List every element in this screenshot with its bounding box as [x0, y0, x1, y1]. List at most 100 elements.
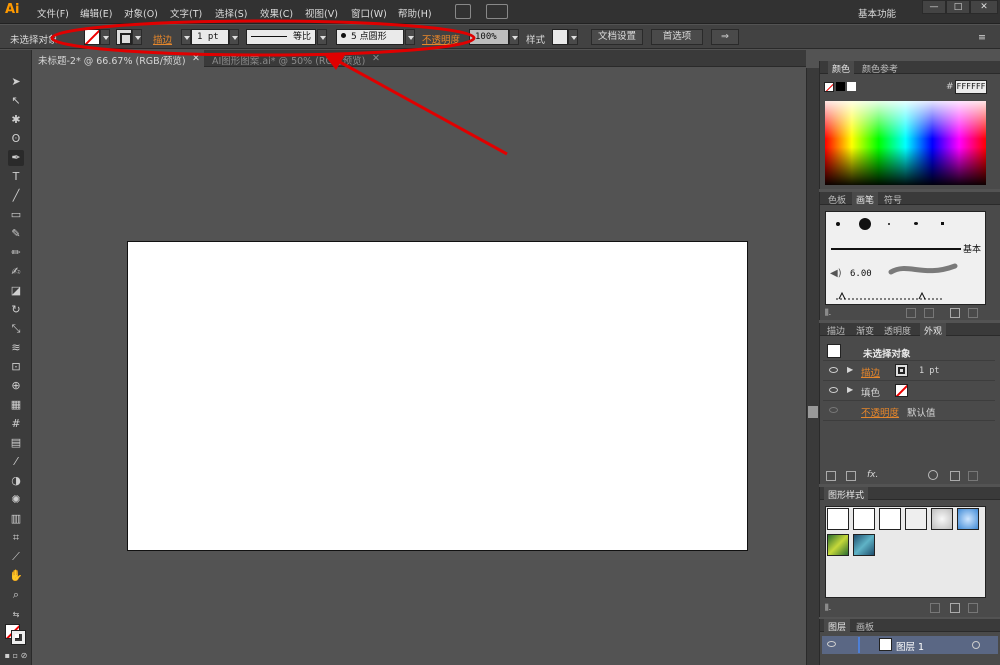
- workspace-switcher[interactable]: 基本功能: [858, 6, 896, 20]
- new-graphic-style-icon[interactable]: [950, 603, 960, 613]
- menu-help[interactable]: 帮助(H): [398, 6, 432, 20]
- style-green-texture[interactable]: [827, 534, 849, 556]
- document-setup-button[interactable]: 文档设置: [591, 29, 643, 45]
- stroke-row-label[interactable]: 描边: [861, 365, 880, 379]
- black-swatch[interactable]: [836, 82, 845, 91]
- preferences-button[interactable]: 首选项: [651, 29, 703, 45]
- stroke-weight-stepper[interactable]: [181, 29, 191, 45]
- fill-none-icon[interactable]: [895, 384, 908, 397]
- add-new-fill-icon[interactable]: [846, 471, 856, 481]
- direct-selection-tool-icon[interactable]: ↖: [8, 93, 24, 109]
- layer-target-icon[interactable]: [972, 641, 980, 649]
- color-mode-icons[interactable]: ▪ ▫ ⊘: [3, 648, 29, 664]
- stroke-color-icon[interactable]: [11, 630, 26, 645]
- artboard[interactable]: [127, 241, 748, 551]
- stroke-profile-dropdown-arrow[interactable]: [317, 29, 327, 45]
- opacity-row-label[interactable]: 不透明度: [861, 405, 899, 419]
- scale-tool-icon[interactable]: ⤡: [8, 321, 24, 337]
- brush-dot-calligraphic[interactable]: [914, 222, 918, 225]
- brush-dot-large[interactable]: [859, 218, 871, 230]
- tab-artboards[interactable]: 画板: [852, 619, 878, 633]
- fill-dropdown-arrow[interactable]: [100, 29, 110, 45]
- eraser-tool-icon[interactable]: ◪: [8, 283, 24, 299]
- slice-tool-icon[interactable]: ⟋: [8, 549, 24, 565]
- tab-graphic-styles[interactable]: 图形样式: [824, 487, 869, 501]
- styles-library-menu-icon[interactable]: ⫼.: [825, 603, 831, 613]
- delete-brush-icon[interactable]: [968, 308, 978, 318]
- tab-color[interactable]: 颜色: [828, 61, 855, 75]
- tab-swatches[interactable]: 色板: [824, 192, 850, 206]
- style-shadow[interactable]: [905, 508, 927, 530]
- pencil-tool-icon[interactable]: ✏: [8, 245, 24, 261]
- pen-tool-icon[interactable]: ✒: [8, 150, 24, 166]
- zoom-tool-icon[interactable]: ⌕: [8, 587, 24, 603]
- opacity-label-link[interactable]: 不透明度: [422, 32, 460, 46]
- tab-gradient[interactable]: 渐变: [852, 323, 878, 337]
- tab-color-guide[interactable]: 颜色参考: [858, 61, 902, 75]
- stroke-weight-field[interactable]: 1 pt: [191, 29, 229, 45]
- appearance-row-fill[interactable]: ▶ 填色: [823, 382, 995, 401]
- blob-brush-tool-icon[interactable]: ✍: [8, 264, 24, 280]
- warp-tool-icon[interactable]: ≋: [8, 340, 24, 356]
- blend-tool-icon[interactable]: ◑: [8, 473, 24, 489]
- layer-visibility-icon[interactable]: [827, 641, 836, 647]
- tab-layers[interactable]: 图层: [824, 619, 851, 633]
- gradient-tool-icon[interactable]: ▤: [8, 435, 24, 451]
- style-soft-gray[interactable]: [931, 508, 953, 530]
- close-button[interactable]: ✕: [970, 0, 998, 14]
- style-teal-texture[interactable]: [853, 534, 875, 556]
- art-brush-stroke[interactable]: [888, 262, 958, 278]
- menu-select[interactable]: 选择(S): [215, 6, 247, 20]
- layer-name[interactable]: 图层 1: [896, 639, 924, 653]
- add-effect-button[interactable]: fx.: [867, 470, 878, 480]
- stroke-color-dropdown-arrow[interactable]: [132, 29, 142, 45]
- opacity-dropdown-arrow[interactable]: [509, 29, 519, 45]
- brush-dot-flat[interactable]: [941, 222, 944, 225]
- tab-untitled-2[interactable]: 未标题-2* @ 66.67% (RGB/预览) ✕: [32, 50, 204, 67]
- scrollbar-thumb[interactable]: [808, 406, 818, 418]
- brush-libraries-menu-icon[interactable]: ⫼.: [825, 308, 831, 318]
- menu-view[interactable]: 视图(V): [305, 6, 338, 20]
- brush-library[interactable]: 基本 ◀) 6.00: [825, 211, 986, 305]
- line-tool-icon[interactable]: ╱: [8, 188, 24, 204]
- appearance-row-opacity[interactable]: 不透明度 默认值: [823, 402, 995, 421]
- menu-type[interactable]: 文字(T): [170, 6, 202, 20]
- appearance-row-stroke[interactable]: ▶ 描边 1 pt: [823, 362, 995, 381]
- style-none[interactable]: [853, 508, 875, 530]
- selection-tool-icon[interactable]: ➤: [8, 74, 24, 90]
- duplicate-item-icon[interactable]: [950, 471, 960, 481]
- column-graph-tool-icon[interactable]: ▥: [8, 511, 24, 527]
- brush-dropdown-arrow[interactable]: [405, 29, 415, 45]
- magic-wand-tool-icon[interactable]: ✱: [8, 112, 24, 128]
- style-white[interactable]: [879, 508, 901, 530]
- tab-close-icon[interactable]: ✕: [192, 53, 200, 64]
- style-default[interactable]: [827, 508, 849, 530]
- brush-dot-small[interactable]: [836, 222, 840, 226]
- bridge-icon[interactable]: [455, 4, 471, 19]
- brush-select[interactable]: 5 点圆形: [336, 29, 404, 45]
- brush-dot-tiny[interactable]: [888, 223, 890, 225]
- remove-brush-stroke-icon[interactable]: [906, 308, 916, 318]
- white-swatch[interactable]: [847, 82, 856, 91]
- hand-tool-icon[interactable]: ✋: [8, 568, 24, 584]
- rectangle-tool-icon[interactable]: ▭: [8, 207, 24, 223]
- paintbrush-tool-icon[interactable]: ✎: [8, 226, 24, 242]
- stroke-label-link[interactable]: 描边: [153, 32, 172, 46]
- type-tool-icon[interactable]: T: [8, 169, 24, 185]
- lasso-tool-icon[interactable]: ʘ: [8, 131, 24, 147]
- style-dropdown-arrow[interactable]: [568, 29, 578, 45]
- visibility-eye-icon[interactable]: [829, 387, 838, 393]
- canvas-area[interactable]: [32, 68, 806, 665]
- menu-object[interactable]: 对象(O): [124, 6, 158, 20]
- eyedropper-tool-icon[interactable]: ⁄: [8, 454, 24, 470]
- color-spectrum[interactable]: [825, 101, 986, 185]
- tab-stroke[interactable]: 描边: [823, 323, 849, 337]
- fill-swatch-none-icon[interactable]: [84, 29, 100, 45]
- fill-none-icon[interactable]: [824, 82, 834, 92]
- vertical-scrollbar[interactable]: [806, 68, 819, 665]
- menu-edit[interactable]: 编辑(E): [80, 6, 112, 20]
- menu-window[interactable]: 窗口(W): [351, 6, 387, 20]
- swap-fill-stroke-icon[interactable]: ⇆: [8, 607, 24, 623]
- perspective-grid-tool-icon[interactable]: ▦: [8, 397, 24, 413]
- more-options-icon[interactable]: ⇒: [711, 29, 739, 45]
